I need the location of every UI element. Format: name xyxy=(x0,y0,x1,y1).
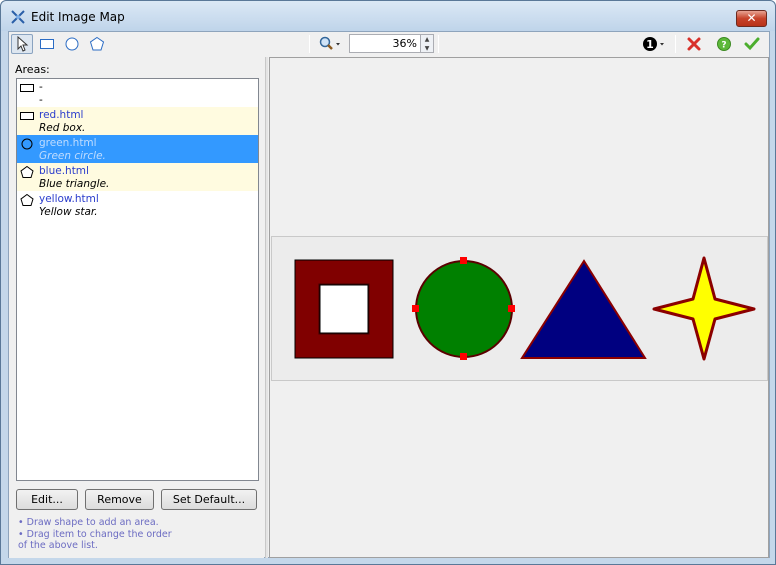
image-map-preview[interactable] xyxy=(271,236,768,381)
toolbar: ▲ ▼ 1 ? xyxy=(9,32,769,56)
edit-image-map-window: Edit Image Map ✕ 36% ▲ ▼ 1 ? Areas: - - … xyxy=(0,0,776,565)
info-number-icon: 1 xyxy=(643,37,664,51)
polygon-shape-icon xyxy=(20,166,34,178)
spinner-down-icon[interactable]: ▼ xyxy=(421,44,433,53)
help-icon: ? xyxy=(717,37,731,51)
resize-handle[interactable] xyxy=(460,353,467,360)
areas-list[interactable]: - - red.html Red box. green.html Green c… xyxy=(16,78,259,481)
toolbar-separator xyxy=(675,35,676,53)
svg-text:?: ? xyxy=(721,41,726,51)
resize-handle[interactable] xyxy=(460,257,467,264)
panel-splitter[interactable] xyxy=(265,57,268,558)
cancel-x-icon xyxy=(687,37,701,51)
areas-panel: Areas: - - red.html Red box. green.html … xyxy=(9,57,264,558)
pointer-tool-button[interactable] xyxy=(11,34,33,54)
list-item[interactable]: yellow.html Yellow star. xyxy=(17,191,258,219)
pointer-icon xyxy=(17,36,29,52)
dialog-body: ▲ ▼ 1 ? xyxy=(8,31,770,558)
image-canvas[interactable] xyxy=(269,57,769,558)
resize-handle[interactable] xyxy=(412,305,419,312)
ok-button[interactable] xyxy=(741,34,763,54)
list-item[interactable]: red.html Red box. xyxy=(17,107,258,135)
polygon-shape-icon xyxy=(20,194,34,206)
zoom-menu-button[interactable] xyxy=(317,34,343,54)
area-href: blue.html xyxy=(39,165,89,177)
area-href: red.html xyxy=(39,109,84,121)
green-circle-shape[interactable] xyxy=(415,260,513,358)
hints: • Draw shape to add an area. • Drag item… xyxy=(18,517,172,552)
window-title: Edit Image Map xyxy=(31,10,125,24)
area-href: yellow.html xyxy=(39,193,99,205)
hint-line: • Drag item to change the order xyxy=(18,528,172,540)
area-href: - xyxy=(39,81,43,93)
checkmark-icon xyxy=(744,37,760,51)
resize-handle[interactable] xyxy=(508,305,515,312)
list-item-selected[interactable]: green.html Green circle. xyxy=(17,135,258,163)
magnifier-icon xyxy=(319,36,340,50)
areas-label: Areas: xyxy=(15,63,50,76)
image-map-icon xyxy=(11,10,25,24)
circle-tool-button[interactable] xyxy=(61,34,83,54)
hint-line: of the above list. xyxy=(18,540,98,551)
spinner-up-icon[interactable]: ▲ xyxy=(421,35,433,44)
circle-shape-icon xyxy=(21,138,33,150)
cancel-button[interactable] xyxy=(683,34,705,54)
toolbar-separator xyxy=(309,35,310,53)
rectangle-shape-icon xyxy=(20,84,34,92)
svg-text:1: 1 xyxy=(646,38,654,51)
area-href: green.html xyxy=(39,137,97,149)
title-bar[interactable]: Edit Image Map ✕ xyxy=(1,1,775,31)
set-default-button[interactable]: Set Default... xyxy=(161,489,257,510)
area-description: Green circle. xyxy=(39,150,106,162)
zoom-input[interactable] xyxy=(349,34,421,53)
zoom-spinner[interactable]: ▲ ▼ xyxy=(420,34,434,53)
area-description: Yellow star. xyxy=(39,206,98,218)
rectangle-shape-icon xyxy=(20,112,34,120)
yellow-star-shape[interactable] xyxy=(652,256,756,361)
edit-button[interactable]: Edit... xyxy=(16,489,78,510)
polygon-tool-button[interactable] xyxy=(86,34,108,54)
hint-line: • Draw shape to add an area. xyxy=(18,517,159,528)
red-box-inner xyxy=(319,284,369,334)
rectangle-icon xyxy=(40,39,54,49)
area-description: Blue triangle. xyxy=(39,178,110,190)
toolbar-separator xyxy=(438,35,439,53)
list-item[interactable]: - - xyxy=(17,79,258,107)
close-button[interactable]: ✕ xyxy=(736,10,767,27)
area-description: Red box. xyxy=(39,122,86,134)
image-map-shapes xyxy=(294,256,756,361)
blue-triangle-shape[interactable] xyxy=(520,259,647,359)
circle-icon xyxy=(65,37,79,51)
polygon-icon xyxy=(89,36,105,51)
remove-button[interactable]: Remove xyxy=(85,489,154,510)
list-item[interactable]: blue.html Blue triangle. xyxy=(17,163,258,191)
rectangle-tool-button[interactable] xyxy=(36,34,58,54)
help-menu-button[interactable]: 1 xyxy=(641,34,667,54)
area-description: - xyxy=(39,94,43,106)
help-button[interactable]: ? xyxy=(713,34,735,54)
